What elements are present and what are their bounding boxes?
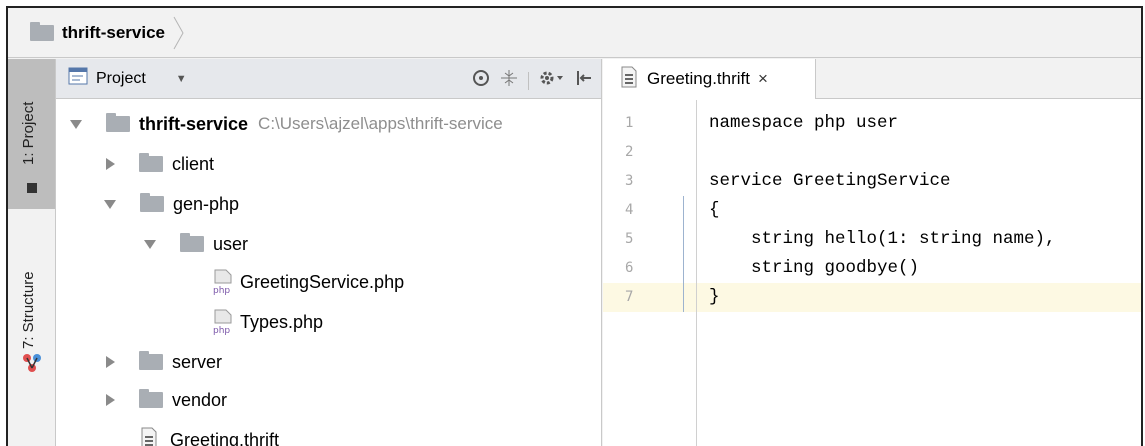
project-view-selector[interactable]: Project [96,70,146,88]
php-file-icon: php [212,309,236,336]
code-line[interactable]: namespace php user [709,111,898,136]
tab-label: Greeting.thrift [647,69,750,88]
tree-item-label: gen-php [173,193,240,214]
gutter-divider [696,100,697,446]
breadcrumb-separator-icon [173,15,185,51]
folder-icon [139,389,163,408]
gear-icon[interactable] [539,69,565,92]
editor-panel: Greeting.thrift × 1 namespace php user 2… [603,59,1141,446]
tab-greeting-thrift[interactable]: Greeting.thrift × [603,59,816,99]
breadcrumb-project[interactable]: thrift-service [62,23,165,43]
code-line[interactable]: } [709,285,720,310]
navigation-bar: thrift-service [8,8,1141,58]
project-view-icon [68,67,88,90]
close-icon[interactable]: × [758,69,768,89]
line-number: 4 [625,202,634,218]
tree-item-types[interactable]: php Types.php [212,303,323,341]
folder-icon [139,153,163,172]
structure-tool-label: 7: Structure [20,271,37,349]
text-file-icon [621,66,637,93]
project-pin-icon [27,183,37,193]
collapsed-arrow-icon[interactable] [106,394,115,406]
collapse-icon[interactable] [500,69,518,92]
collapsed-arrow-icon[interactable] [106,158,115,170]
folder-icon [106,113,130,132]
code-line[interactable]: service GreetingService [709,169,951,194]
project-panel: Project ▼ thrift-service C:\Users\ajzel\… [56,59,602,446]
locate-icon[interactable] [472,69,490,92]
tree-item-gen-php[interactable]: gen-php [104,185,239,223]
tree-item-root[interactable]: thrift-service C:\Users\ajzel\apps\thrif… [70,105,503,143]
tree-item-server[interactable]: server [106,343,222,381]
folder-icon [180,233,204,252]
line-number: 7 [625,289,634,305]
tree-item-label: server [172,351,223,372]
project-tool-button[interactable]: 1: Project [8,59,55,209]
project-tool-label: 1: Project [20,101,37,165]
tree-item-label: vendor [172,389,228,410]
code-line[interactable]: string goodbye() [709,256,919,281]
tree-item-greeting-service[interactable]: php GreetingService.php [212,263,404,301]
ide-window: thrift-service 1: Project 7: Structure P… [6,6,1143,446]
line-number: 6 [625,260,634,276]
expanded-arrow-icon[interactable] [104,199,116,209]
folder-icon [30,21,54,41]
hide-icon[interactable] [575,69,593,92]
chevron-down-icon[interactable]: ▼ [176,73,187,85]
structure-icon [22,353,42,378]
tree-item-label: thrift-service [139,113,249,134]
svg-text:php: php [213,286,230,295]
line-number: 1 [625,115,634,131]
php-file-icon: php [212,269,236,296]
tool-window-strip: 1: Project 7: Structure [8,59,56,446]
tree-item-label: Types.php [240,311,324,332]
tree-item-label: GreetingService.php [240,271,405,292]
code-line[interactable]: string hello(1: string name), [709,227,1056,252]
editor-tab-bar: Greeting.thrift × [603,59,1141,99]
expanded-arrow-icon[interactable] [144,239,156,249]
tree-item-path: C:\Users\ajzel\apps\thrift-service [258,114,503,133]
tree-item-user[interactable]: user [144,225,248,263]
line-number: 2 [625,144,634,160]
code-line[interactable]: { [709,198,720,223]
line-number: 3 [625,173,634,189]
tree-item-client[interactable]: client [106,145,214,183]
expanded-arrow-icon[interactable] [70,119,82,129]
svg-text:php: php [213,326,230,335]
toolbar-divider [528,71,529,90]
text-file-icon [140,427,164,446]
line-number: 5 [625,231,634,247]
folder-icon [139,351,163,370]
code-editor[interactable]: 1 namespace php user 2 3 service Greetin… [603,100,1141,446]
collapsed-arrow-icon[interactable] [106,356,115,368]
project-panel-header: Project ▼ [56,59,601,99]
folder-icon [140,193,164,212]
fold-guide [683,196,684,312]
tree-item-label: client [172,153,215,174]
tree-item-label: user [213,233,249,254]
tree-item-vendor[interactable]: vendor [106,381,227,419]
tree-item-greeting-thrift[interactable]: Greeting.thrift [140,421,279,446]
tree-item-label: Greeting.thrift [170,429,280,446]
